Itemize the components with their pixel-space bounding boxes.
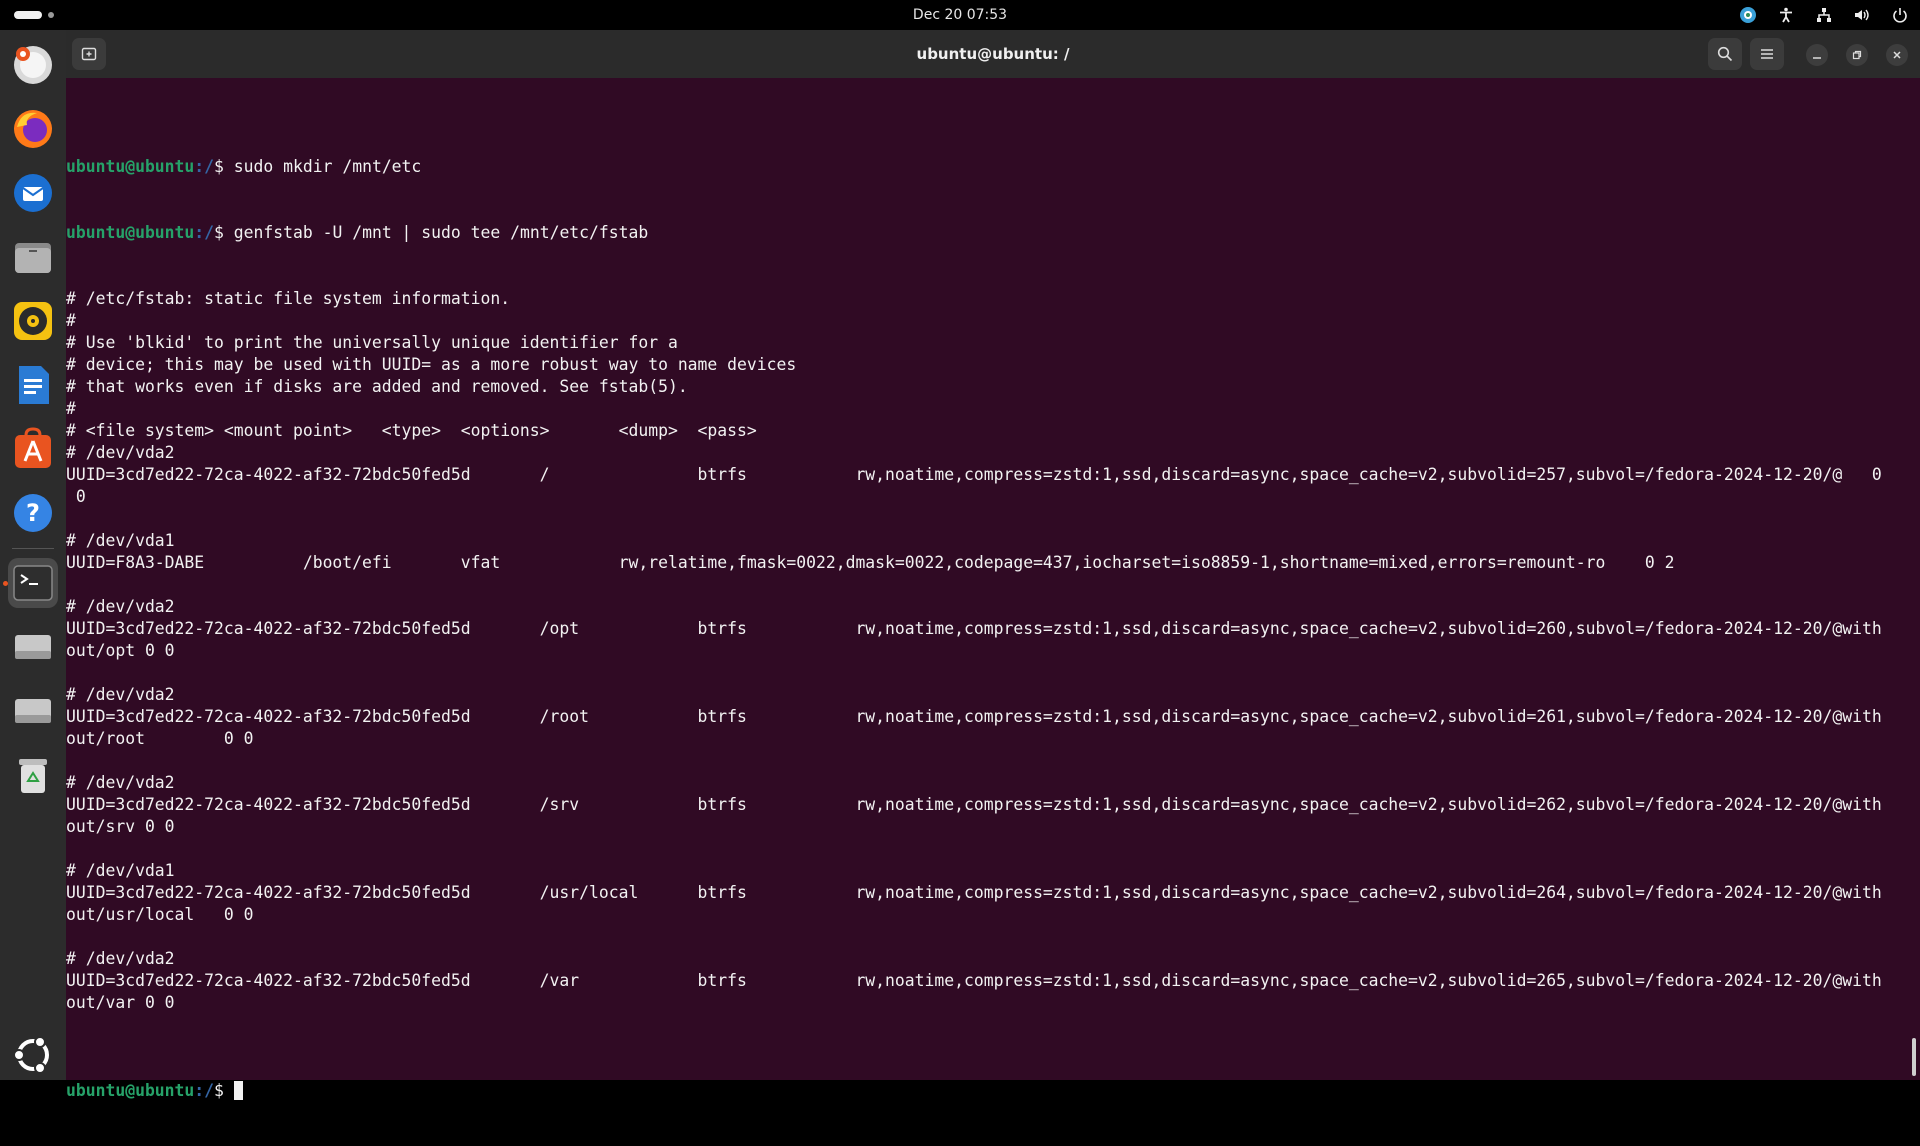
volume-icon[interactable] xyxy=(1852,5,1872,25)
prompt-user: ubuntu@ubuntu xyxy=(66,223,195,242)
output-line: # /etc/fstab: static file system informa… xyxy=(66,289,511,308)
command-text: genfstab -U /mnt | sudo tee /mnt/etc/fst… xyxy=(233,223,649,242)
text-cursor xyxy=(233,1081,243,1100)
dock: ? xyxy=(0,30,66,1080)
minimize-button[interactable] xyxy=(1806,44,1828,66)
terminal-output: ubuntu@ubuntu:/$ sudo mkdir /mnt/etc ubu… xyxy=(66,112,1882,1146)
output-line: # /dev/vda2 xyxy=(66,443,175,462)
prompt-symbol: $ xyxy=(214,1081,234,1100)
thunderbird-icon[interactable] xyxy=(8,168,58,218)
command-line: ubuntu@ubuntu:/$ sudo mkdir /mnt/etc xyxy=(66,156,1882,178)
prompt-path: :/ xyxy=(194,1081,215,1100)
help-icon[interactable]: ? xyxy=(8,488,58,538)
terminal-icon[interactable] xyxy=(8,558,58,608)
output-line: # that works even if disks are added and… xyxy=(66,377,688,396)
firefox-icon[interactable] xyxy=(8,104,58,154)
output-line: UUID=3cd7ed22-72ca-4022-af32-72bdc50fed5… xyxy=(66,707,1882,726)
help-logo-icon[interactable] xyxy=(8,40,58,90)
terminal-view[interactable]: ubuntu@ubuntu:/$ sudo mkdir /mnt/etc ubu… xyxy=(66,78,1920,1100)
output-line: UUID=3cd7ed22-72ca-4022-af32-72bdc50fed5… xyxy=(66,795,1882,814)
window-headerbar[interactable]: ubuntu@ubuntu: / xyxy=(66,30,1920,78)
terminal-window: ubuntu@ubuntu: / ubuntu@ubuntu:/$ sudo m… xyxy=(66,30,1920,1100)
output-line: # xyxy=(66,399,76,418)
output-line: UUID=3cd7ed22-72ca-4022-af32-72bdc50fed5… xyxy=(66,465,1882,484)
minimize-icon xyxy=(1813,57,1821,59)
new-tab-icon xyxy=(81,47,97,61)
output-line: out/var 0 0 xyxy=(66,993,175,1012)
output-line: # /dev/vda2 xyxy=(66,685,175,704)
trash-icon[interactable] xyxy=(8,750,58,800)
output-line: UUID=3cd7ed22-72ca-4022-af32-72bdc50fed5… xyxy=(66,619,1882,638)
output-line: out/opt 0 0 xyxy=(66,641,175,660)
new-tab-button[interactable] xyxy=(72,38,106,70)
app-center-icon[interactable] xyxy=(8,424,58,474)
output-line: UUID=F8A3-DABE /boot/efi vfat rw,relatim… xyxy=(66,553,1675,572)
hamburger-menu-icon xyxy=(1761,49,1773,59)
output-line: # /dev/vda1 xyxy=(66,531,175,550)
output-line: out/usr/local 0 0 xyxy=(66,905,254,924)
output-line: # /dev/vda1 xyxy=(66,861,175,880)
ubuntu-logo-icon[interactable] xyxy=(8,1030,58,1080)
command-output: # /etc/fstab: static file system informa… xyxy=(66,288,1882,1036)
accessibility-icon[interactable] xyxy=(1776,5,1796,25)
dock-separator xyxy=(12,548,54,549)
output-line: out/srv 0 0 xyxy=(66,817,175,836)
output-line: UUID=3cd7ed22-72ca-4022-af32-72bdc50fed5… xyxy=(66,883,1882,902)
search-button[interactable] xyxy=(1708,38,1742,70)
output-line: UUID=3cd7ed22-72ca-4022-af32-72bdc50fed5… xyxy=(66,971,1882,990)
power-icon[interactable] xyxy=(1890,5,1910,25)
prompt-symbol: $ xyxy=(214,157,234,176)
network-icon[interactable] xyxy=(1814,5,1834,25)
window-title: ubuntu@ubuntu: / xyxy=(916,45,1070,63)
restore-icon xyxy=(1852,50,1862,60)
command-text: sudo mkdir /mnt/etc xyxy=(233,157,422,176)
drive-icon-2[interactable] xyxy=(8,686,58,736)
top-bar: Dec 20 07:53 xyxy=(0,0,1920,30)
files-icon[interactable] xyxy=(8,232,58,282)
command-line: ubuntu@ubuntu:/$ genfstab -U /mnt | sudo… xyxy=(66,222,1882,244)
close-icon xyxy=(1893,51,1901,59)
output-line: # /dev/vda2 xyxy=(66,773,175,792)
workspace-pill xyxy=(14,11,42,19)
copilot-icon[interactable] xyxy=(1738,5,1758,25)
libreoffice-writer-icon[interactable] xyxy=(8,360,58,410)
close-button[interactable] xyxy=(1886,44,1908,66)
prompt-user: ubuntu@ubuntu xyxy=(66,157,195,176)
output-line: # /dev/vda2 xyxy=(66,949,175,968)
prompt-user: ubuntu@ubuntu xyxy=(66,1081,195,1100)
menu-button[interactable] xyxy=(1750,38,1784,70)
output-line: out/root 0 0 xyxy=(66,729,254,748)
prompt-symbol: $ xyxy=(214,223,234,242)
rhythmbox-icon[interactable] xyxy=(8,296,58,346)
output-line: # <file system> <mount point> <type> <op… xyxy=(66,421,757,440)
output-line: # device; this may be used with UUID= as… xyxy=(66,355,797,374)
prompt-path: :/ xyxy=(194,157,215,176)
system-tray[interactable] xyxy=(1738,0,1910,30)
workspace-dot xyxy=(48,12,54,18)
svg-text:?: ? xyxy=(26,499,40,527)
search-icon xyxy=(1717,46,1733,62)
prompt-path: :/ xyxy=(194,223,215,242)
output-line: # xyxy=(66,311,76,330)
active-prompt-line[interactable]: ubuntu@ubuntu:/$ xyxy=(66,1080,1882,1102)
clock-datetime[interactable]: Dec 20 07:53 xyxy=(913,7,1007,23)
drive-icon[interactable] xyxy=(8,622,58,672)
output-line: # Use 'blkid' to print the universally u… xyxy=(66,333,678,352)
scrollbar[interactable] xyxy=(1912,1038,1916,1076)
output-line: 0 xyxy=(66,487,86,506)
output-line: # /dev/vda2 xyxy=(66,597,175,616)
maximize-button[interactable] xyxy=(1846,44,1868,66)
activities-indicator[interactable] xyxy=(14,11,54,19)
